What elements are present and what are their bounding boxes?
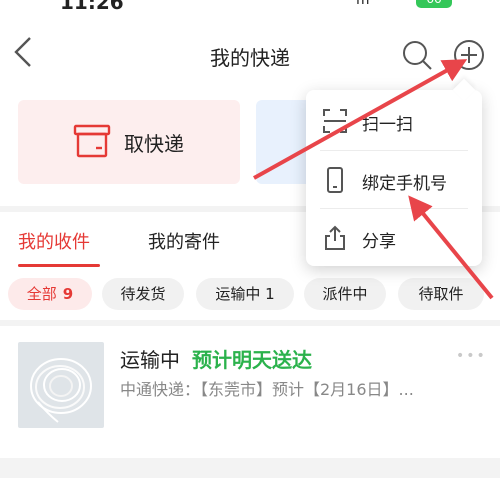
package-eta: 预计明天送达 [192, 348, 312, 372]
status-bar: 11:26 ıll 66 [0, 0, 500, 22]
phone-icon [327, 167, 343, 193]
package-status: 运输中 [120, 348, 180, 372]
cable-image [30, 358, 92, 423]
bottom-spacer [0, 458, 500, 478]
filter-to-pickup[interactable]: 待取件 [398, 278, 484, 310]
nav-bar: 我的快递 [0, 22, 500, 86]
filter-chips: 全部 9 待发货 运输中 1 派件中 待取件 [0, 268, 500, 320]
menu-item-bind-phone[interactable]: 绑定手机号 [306, 151, 482, 209]
battery-icon: 66 [416, 0, 452, 8]
signal-icon: ıll [356, 0, 371, 8]
menu-item-share[interactable]: 分享 [306, 209, 482, 267]
menu-label-share: 分享 [362, 232, 396, 252]
filter-in-transit[interactable]: 运输中 1 [196, 278, 294, 310]
scan-icon [323, 109, 347, 133]
status-time: 11:26 [60, 0, 124, 14]
box-icon [73, 124, 111, 158]
filter-delivering[interactable]: 派件中 [304, 278, 386, 310]
package-detail[interactable]: 中通快递：【东莞市】预计【2月16日】... [120, 376, 470, 400]
tab-received[interactable]: 我的收件 [18, 228, 90, 254]
share-icon [325, 225, 345, 250]
pickup-card[interactable]: 取快递 [18, 100, 240, 184]
popup-menu: 扫一扫 绑定手机号 分享 [306, 78, 482, 267]
pickup-label: 取快递 [124, 132, 184, 156]
filter-all-count: 9 [62, 285, 74, 303]
menu-label-scan: 扫一扫 [362, 115, 413, 135]
filter-all[interactable]: 全部 9 [8, 278, 92, 310]
filter-all-label: 全部 [26, 285, 57, 303]
more-icon[interactable]: ••• [456, 348, 487, 364]
filter-to-ship[interactable]: 待发货 [102, 278, 184, 310]
search-icon[interactable] [400, 38, 434, 72]
active-tab-indicator [18, 264, 100, 267]
menu-label-bind-phone: 绑定手机号 [362, 174, 447, 194]
tab-sent[interactable]: 我的寄件 [148, 228, 220, 254]
menu-item-scan[interactable]: 扫一扫 [306, 92, 482, 150]
package-list: 运输中 预计明天送达 中通快递：【东莞市】预计【2月16日】... ••• [0, 326, 500, 458]
package-thumbnail[interactable] [18, 342, 104, 428]
add-icon[interactable] [452, 38, 486, 72]
